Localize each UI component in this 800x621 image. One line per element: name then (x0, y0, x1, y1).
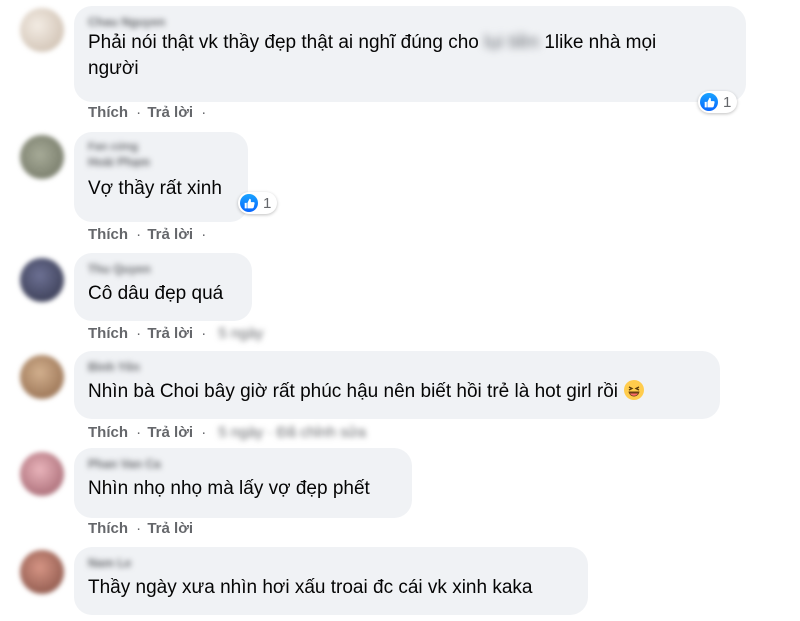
comment-bubble: Nam Le Thầy ngày xưa nhìn hơi xấu troai … (74, 547, 588, 615)
comment-text: Thầy ngày xưa nhìn hơi xấu troai đc cái … (88, 577, 533, 598)
comment-bubble: Chau Nguyen Phải nói thật vk thầy đẹp th… (74, 6, 746, 102)
comment-author-badge: Fan cứng (88, 141, 139, 153)
like-reaction-icon (700, 93, 718, 111)
like-link[interactable]: Thích (88, 325, 128, 342)
comment-author[interactable]: Thu Quyen (88, 261, 238, 277)
separator: · (136, 520, 142, 537)
comment-actions: Thích · Trả lời · (88, 226, 208, 243)
reaction-count[interactable]: 1 (238, 192, 278, 214)
comment-bubble: Bình Yên Nhìn bà Choi bây giờ rất phúc h… (74, 351, 720, 419)
comment-actions: Thích · Trả lời · (88, 104, 208, 121)
separator: · (201, 104, 207, 121)
like-link[interactable]: Thích (88, 226, 128, 243)
comment-bubble: Thu Quyen Cô dâu đẹp quá (74, 253, 252, 321)
comment-text: Vợ thầy rất xinh (88, 178, 222, 199)
reply-link[interactable]: Trả lời (147, 104, 193, 121)
avatar[interactable] (20, 452, 64, 496)
like-link[interactable]: Thích (88, 520, 128, 537)
reply-link[interactable]: Trả lời (147, 424, 193, 441)
comment-author[interactable]: Phan Van Ca (88, 456, 398, 472)
avatar[interactable] (20, 550, 64, 594)
comment-timestamp[interactable]: 5 ngày · Đã chỉnh sửa (218, 424, 366, 441)
separator: · (136, 325, 142, 342)
separator: · (201, 325, 207, 342)
comment-author[interactable]: Nam Le (88, 555, 574, 571)
reaction-number: 1 (263, 194, 272, 212)
reply-link[interactable]: Trả lời (147, 520, 193, 537)
laughing-emoji-icon (624, 380, 644, 400)
like-link[interactable]: Thích (88, 424, 128, 441)
avatar[interactable] (20, 8, 64, 52)
like-link[interactable]: Thích (88, 104, 128, 121)
comment-bubble: Fan cứng Hoài Phạm Vợ thầy rất xinh (74, 132, 248, 222)
separator: · (136, 104, 142, 121)
avatar[interactable] (20, 355, 64, 399)
comment-author[interactable]: Bình Yên (88, 359, 706, 375)
comment-bubble: Phan Van Ca Nhìn nhọ nhọ mà lấy vợ đẹp p… (74, 448, 412, 518)
separator: · (136, 424, 142, 441)
comment-text: Nhìn nhọ nhọ mà lấy vợ đẹp phết (88, 478, 370, 499)
comment-text: Phải nói thật vk thầy đẹp thật ai nghĩ đ… (88, 30, 732, 82)
comment-author[interactable]: Hoài Phạm (88, 154, 234, 170)
comment-text-part: Nhìn bà Choi bây giờ rất phúc hậu nên bi… (88, 381, 618, 402)
comment-actions: Thích · Trả lời · 5 ngày · Đã chỉnh sửa (88, 424, 368, 441)
reaction-count[interactable]: 1 (698, 91, 738, 113)
comment-text-hidden: lụi tiền (484, 32, 540, 53)
avatar[interactable] (20, 258, 64, 302)
comment-text-part: người (88, 58, 139, 79)
comment-text: Cô dâu đẹp quá (88, 283, 224, 304)
comment-actions: Thích · Trả lời (88, 520, 195, 537)
comment-text-part: Phải nói thật vk thầy đẹp thật ai nghĩ đ… (88, 32, 479, 53)
reply-link[interactable]: Trả lời (147, 325, 193, 342)
comment-author[interactable]: Chau Nguyen (88, 14, 732, 30)
separator: · (201, 226, 207, 243)
comment-text: Nhìn bà Choi bây giờ rất phúc hậu nên bi… (88, 379, 706, 405)
separator: · (136, 226, 142, 243)
comment-actions: Thích · Trả lời · 5 ngày (88, 325, 265, 342)
reply-link[interactable]: Trả lời (147, 226, 193, 243)
comment-text-part: 1like nhà mọi (544, 32, 657, 53)
comment-timestamp[interactable]: 5 ngày (218, 325, 263, 342)
avatar[interactable] (20, 135, 64, 179)
separator: · (201, 424, 207, 441)
like-reaction-icon (240, 194, 258, 212)
reaction-number: 1 (723, 93, 732, 111)
